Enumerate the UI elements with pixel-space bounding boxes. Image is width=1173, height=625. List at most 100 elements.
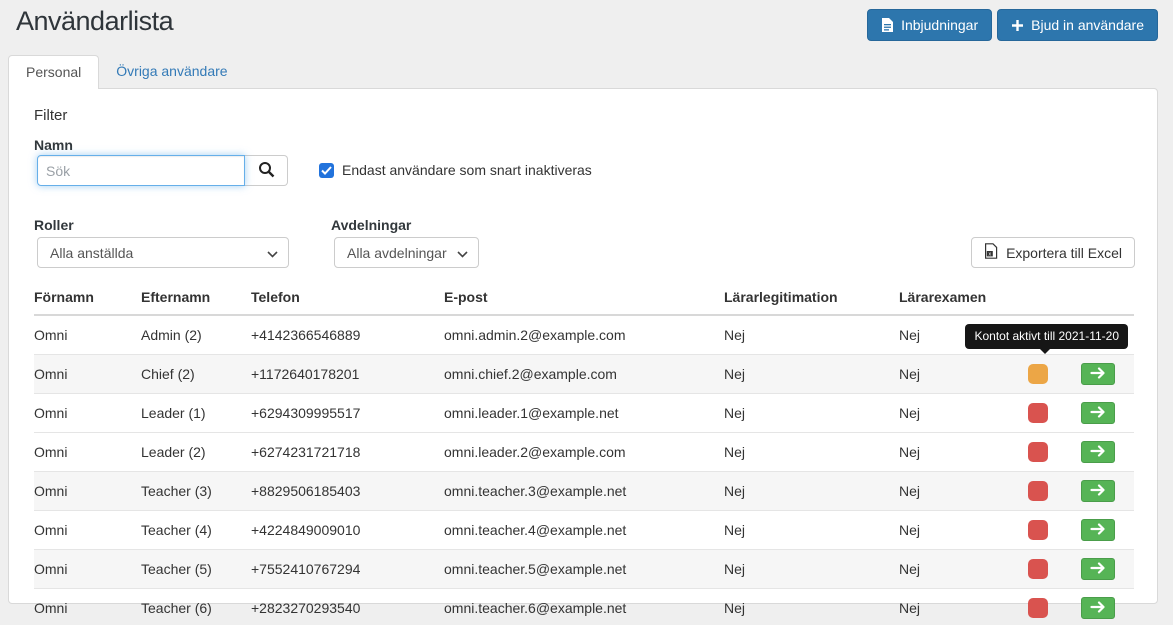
roles-selected-value: Alla anställda xyxy=(50,244,134,261)
status-badge[interactable] xyxy=(1027,364,1048,384)
phone-cell: +6274231721718 xyxy=(251,432,444,472)
teacher-exam-cell: Nej xyxy=(899,354,1014,394)
checkbox-label: Endast användare som snart inaktiveras xyxy=(342,162,592,178)
last-name-cell: Teacher (5) xyxy=(141,549,251,589)
status-badge[interactable] xyxy=(1027,403,1048,423)
teacher-license-cell: Nej xyxy=(724,354,899,394)
email-cell: omni.admin.2@example.com xyxy=(444,327,626,343)
search-icon xyxy=(258,161,275,181)
invitations-label: Inbjudningar xyxy=(901,17,979,33)
search-button[interactable] xyxy=(245,155,288,186)
departments-label: Avdelningar xyxy=(331,217,412,233)
arrow-right-icon xyxy=(1089,522,1106,538)
checkbox-checked-icon[interactable] xyxy=(319,162,334,178)
column-header: Lärarexamen xyxy=(899,281,1014,316)
invite-user-button[interactable]: Bjud in användare xyxy=(997,9,1158,41)
teacher-exam-cell: Nej xyxy=(899,393,1014,433)
last-name-cell: Chief (2) xyxy=(141,354,251,394)
arrow-right-icon xyxy=(1089,366,1106,382)
first-name-cell: Omni xyxy=(34,510,141,550)
table-row: Omni Leader (2) +6274231721718 omni.leader.… xyxy=(34,432,1134,472)
status-badge[interactable] xyxy=(1027,559,1048,579)
status-column-header xyxy=(1014,281,1069,316)
invite-user-label: Bjud in användare xyxy=(1031,17,1144,33)
teacher-exam-cell: Nej xyxy=(899,471,1014,511)
inactivating-filter[interactable]: Endast användare som snart inaktiveras xyxy=(319,162,592,178)
action-cell xyxy=(1069,471,1134,511)
export-excel-button[interactable]: x Exportera till Excel xyxy=(971,237,1135,268)
invitations-button[interactable]: Inbjudningar xyxy=(867,9,993,41)
column-header: Förnamn xyxy=(34,281,141,316)
status-badge[interactable] xyxy=(1027,481,1048,501)
account-active-tooltip: Kontot aktivt till 2021-11-20 xyxy=(965,324,1128,354)
first-name-cell: Omni xyxy=(34,549,141,589)
phone-cell: +6294309995517 xyxy=(251,393,444,433)
first-name-cell: Omni xyxy=(34,327,68,343)
open-user-button[interactable] xyxy=(1080,558,1115,580)
roles-select[interactable]: Alla anställda xyxy=(37,237,289,268)
name-search-group xyxy=(37,155,288,186)
email-cell: omni.leader.2@example.com xyxy=(444,432,724,472)
header-actions: Inbjudningar Bjud in användare xyxy=(867,9,1158,41)
table-row: Omni Teacher (5) +7552410767294 omni.teache… xyxy=(34,549,1134,589)
teacher-license-cell: Nej xyxy=(724,549,899,589)
last-name-cell: Teacher (6) xyxy=(141,588,251,625)
open-user-button[interactable] xyxy=(1080,363,1115,385)
email-cell: omni.teacher.5@example.net xyxy=(444,549,724,589)
departments-select[interactable]: Alla avdelningar xyxy=(334,237,479,268)
table-header-row: Förnamn Efternamn Telefon E-post Lärarlegiti… xyxy=(34,281,1134,316)
table-row: Omni Teacher (6) +2823270293540 omni.teache… xyxy=(34,588,1134,625)
action-cell xyxy=(1069,510,1134,550)
table-row: Omni Teacher (3) +8829506185403 omni.teache… xyxy=(34,471,1134,511)
table-row: Omni Leader (1) +6294309995517 omni.leader.… xyxy=(34,393,1134,433)
first-name-cell: Omni xyxy=(34,393,141,433)
name-label: Namn xyxy=(34,137,73,153)
column-header: Lärarlegitimation xyxy=(724,281,899,316)
action-cell xyxy=(1069,432,1134,472)
column-header: Efternamn xyxy=(141,281,251,316)
email-cell: omni.chief.2@example.com xyxy=(444,354,724,394)
teacher-exam-cell: Nej xyxy=(899,510,1014,550)
open-user-button[interactable] xyxy=(1080,519,1115,541)
tab-other-users[interactable]: Övriga användare xyxy=(99,55,244,89)
chevron-down-icon xyxy=(267,245,278,261)
last-name-cell: Leader (1) xyxy=(141,393,251,433)
filter-title: Filter xyxy=(34,107,68,124)
first-name-cell: Omni xyxy=(34,354,141,394)
arrow-right-icon xyxy=(1089,405,1106,421)
status-badge[interactable] xyxy=(1027,598,1048,618)
phone-cell: +8829506185403 xyxy=(251,471,444,511)
email-cell: omni.teacher.4@example.net xyxy=(444,510,724,550)
search-input[interactable] xyxy=(37,155,245,186)
arrow-right-icon xyxy=(1089,444,1106,460)
teacher-exam-cell: Nej xyxy=(899,588,1014,625)
teacher-license-cell: Nej xyxy=(724,327,746,343)
status-cell xyxy=(1014,510,1069,550)
table-row: Omni Teacher (4) +4224849009010 omni.teache… xyxy=(34,510,1134,550)
open-user-button[interactable] xyxy=(1080,441,1115,463)
email-cell: omni.teacher.6@example.net xyxy=(444,588,724,625)
tab-bar: Personal Övriga användare xyxy=(8,55,245,89)
email-cell: omni.teacher.3@example.net xyxy=(444,471,724,511)
tooltip-arrow-icon xyxy=(1040,349,1050,354)
status-badge[interactable] xyxy=(1027,442,1048,462)
action-cell xyxy=(1069,588,1134,625)
teacher-exam-cell: Nej xyxy=(899,432,1014,472)
teacher-license-cell: Nej xyxy=(724,471,899,511)
arrow-right-icon xyxy=(1089,561,1106,577)
table-body: Omni Admin (2) +4142366546889 omni.admin.2@… xyxy=(34,315,1134,625)
status-cell xyxy=(1014,432,1069,472)
action-cell xyxy=(1069,549,1134,589)
status-badge[interactable] xyxy=(1027,520,1048,540)
status-cell xyxy=(1014,549,1069,589)
tooltip-text: Kontot aktivt till 2021-11-20 xyxy=(974,329,1119,343)
open-user-button[interactable] xyxy=(1080,402,1115,424)
teacher-license-cell: Nej xyxy=(724,510,899,550)
last-name-cell: Teacher (3) xyxy=(141,471,251,511)
table-row: Omni Chief (2) +1172640178201 omni.chief.2@… xyxy=(34,354,1134,394)
teacher-license-cell: Nej xyxy=(724,588,899,625)
open-user-button[interactable] xyxy=(1080,597,1115,619)
plus-icon xyxy=(1011,19,1024,32)
tab-personal[interactable]: Personal xyxy=(8,55,100,89)
open-user-button[interactable] xyxy=(1080,480,1115,502)
